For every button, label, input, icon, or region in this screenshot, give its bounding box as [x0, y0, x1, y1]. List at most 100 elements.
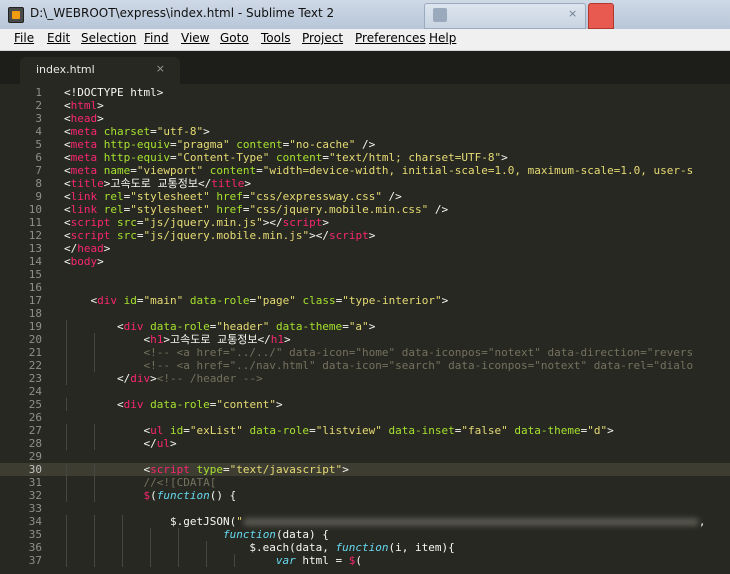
code-line[interactable]: 24 — [0, 385, 730, 398]
close-icon[interactable]: × — [156, 62, 165, 75]
code-token: = — [136, 294, 144, 307]
code-line[interactable]: 2 <html> — [0, 99, 730, 112]
code-line[interactable]: 26 — [0, 411, 730, 424]
code-line[interactable]: 15 — [0, 268, 730, 281]
code-line[interactable]: 5 <meta http-equiv="pragma" content="no-c… — [0, 138, 730, 151]
code-line[interactable]: 36 $.each(data, function(i, item){ — [0, 541, 730, 554]
tab-strip: index.html × — [0, 51, 730, 84]
line-number: 33 — [28, 502, 42, 515]
code-line[interactable]: 35 function(data) { — [0, 528, 730, 541]
code-line[interactable]: 20 <h1>고속도로 교통정보</h1> — [0, 333, 730, 346]
code-token: < — [64, 125, 71, 138]
code-token: < — [64, 112, 71, 125]
code-line[interactable]: 10 <link rel="stylesheet" href="css/jquer… — [0, 203, 730, 216]
code-line[interactable]: 13 </head> — [0, 242, 730, 255]
close-icon[interactable]: × — [568, 7, 577, 20]
menu-goto[interactable]: Goto — [220, 31, 249, 45]
code-line[interactable]: 8 <title>고속도로 교통정보</title> — [0, 177, 730, 190]
code-token: > — [244, 177, 251, 190]
code-line[interactable]: 6 <meta http-equiv="Content-Type" content… — [0, 151, 730, 164]
line-code: var html = $( — [64, 554, 362, 567]
tab-index-html[interactable]: index.html × — [20, 57, 180, 84]
code-token: charset — [103, 125, 151, 138]
code-line[interactable]: 22 <!-- <a href="../nav.html" data-icon=… — [0, 359, 730, 372]
code-token: < — [64, 424, 151, 437]
code-token: data-role — [150, 320, 210, 333]
indent-guide — [66, 333, 67, 346]
line-number: 5 — [35, 138, 42, 151]
code-token: "Content-Type" — [176, 151, 270, 164]
line-code: <meta http-equiv="Content-Type" content=… — [64, 151, 508, 164]
code-token: "text/html; charset=UTF-8" — [328, 151, 502, 164]
code-token: "js/jquery.mobile.min.js" — [143, 229, 310, 242]
code-token: > — [103, 242, 111, 255]
code-line[interactable]: 7 <meta name="viewport" content="width=de… — [0, 164, 730, 177]
menu-edit[interactable]: Edit — [47, 31, 70, 45]
code-line[interactable]: 33 — [0, 502, 730, 515]
indent-guide — [150, 528, 151, 541]
line-number: 21 — [28, 346, 42, 359]
code-token: head — [77, 242, 104, 255]
background-window-tab[interactable]: × — [424, 3, 586, 29]
code-line[interactable]: 3 <head> — [0, 112, 730, 125]
code-token: , — [698, 515, 706, 528]
code-token: "listview" — [315, 424, 382, 437]
code-line[interactable]: 25 <div data-role="content"> — [0, 398, 730, 411]
code-line[interactable]: 23 </div><!-- /header --> — [0, 372, 730, 385]
code-token: < — [64, 463, 151, 476]
code-line[interactable]: 18 — [0, 307, 730, 320]
code-line[interactable]: 31 //<![CDATA[ — [0, 476, 730, 489]
code-token: </ — [64, 372, 131, 385]
code-token: data-role — [189, 294, 250, 307]
code-editor[interactable]: 1 <!DOCTYPE html> 2 <html> 3 <head> 4 <meta cha… — [0, 84, 730, 574]
code-line[interactable]: 14 <body> — [0, 255, 730, 268]
code-line[interactable]: 1 <!DOCTYPE html> — [0, 86, 730, 99]
menu-project[interactable]: Project — [302, 31, 343, 45]
code-token: <!-- /header --> — [156, 372, 263, 385]
line-number: 6 — [35, 151, 42, 164]
code-line[interactable]: 27 <ul id="exList" data-role="listview" … — [0, 424, 730, 437]
indent-guide — [94, 359, 95, 372]
menu-file[interactable]: File — [14, 31, 34, 45]
code-line[interactable]: 28 </ul> — [0, 437, 730, 450]
code-token: = — [130, 164, 137, 177]
menu-selection[interactable]: Selection — [81, 31, 136, 45]
code-token: = — [169, 151, 177, 164]
code-line[interactable]: 16 — [0, 281, 730, 294]
code-line[interactable]: 19 <div data-role="header" data-theme="a… — [0, 320, 730, 333]
code-token: $.each(data, — [64, 541, 336, 554]
code-token: h1 — [270, 333, 285, 346]
code-token: < — [64, 333, 151, 346]
code-token: body — [70, 255, 98, 268]
code-line[interactable]: 17 <div id="main" data-role="page" class… — [0, 294, 730, 307]
code-token: div — [123, 398, 144, 411]
indent-guide — [122, 515, 123, 528]
code-token: < — [64, 177, 71, 190]
line-code: <body> — [64, 255, 104, 268]
code-line[interactable]: 34 $.getJSON(", — [0, 515, 730, 528]
code-token: link — [70, 203, 98, 216]
code-token: link — [70, 190, 98, 203]
menu-preferences[interactable]: Preferences — [355, 31, 426, 45]
code-line[interactable]: 4 <meta charset="utf-8"> — [0, 125, 730, 138]
code-token: > — [169, 437, 177, 450]
code-token: data-theme — [275, 320, 343, 333]
code-line[interactable]: 12 <script src="js/jquery.mobile.min.js">… — [0, 229, 730, 242]
menu-tools[interactable]: Tools — [261, 31, 291, 45]
menu-find[interactable]: Find — [144, 31, 169, 45]
menu-view[interactable]: View — [181, 31, 209, 45]
code-line[interactable]: 29 — [0, 450, 730, 463]
menu-help[interactable]: Help — [429, 31, 456, 45]
code-token: < — [64, 203, 71, 216]
line-number: 34 — [28, 515, 42, 528]
background-window-tab-close[interactable] — [588, 3, 614, 29]
code-line[interactable]: 30 <script type="text/javascript"> — [0, 463, 730, 476]
code-line[interactable]: 37 var html = $( — [0, 554, 730, 567]
code-line[interactable]: 9 <link rel="stylesheet" href="css/expres… — [0, 190, 730, 203]
code-line[interactable]: 21 <!-- <a href="../../" data-icon="home… — [0, 346, 730, 359]
code-line[interactable]: 32 $(function() { — [0, 489, 730, 502]
code-line[interactable]: 11 <script src="js/jquery.min.js"></scrip… — [0, 216, 730, 229]
